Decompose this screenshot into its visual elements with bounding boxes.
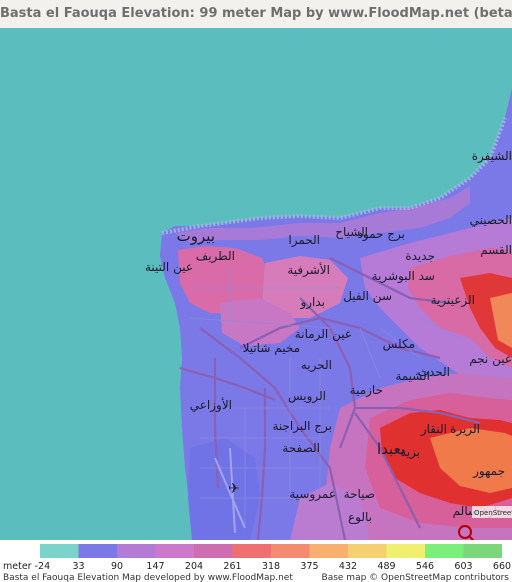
map-label: الرويس [288,389,326,404]
map-label: الحدث [418,365,450,379]
legend-value: 375 [300,561,318,572]
map-label: الحصيني [470,213,512,227]
legend-value: 147 [146,561,164,572]
footer-credit: Basta el Faouqa Elevation Map developed … [3,573,293,582]
legend-value: 660 [493,561,511,572]
map-label: بالوع [348,510,372,525]
map-label: جمهور [472,464,505,479]
legend-value: 318 [262,561,280,572]
legend-value: 603 [454,561,472,572]
legend-swatch [40,544,79,558]
map-label: الشيفرة [472,149,512,164]
legend-swatch [348,544,387,558]
map-label: بيروت [177,227,215,245]
map-label: جديدة [405,249,435,263]
legend-swatch [309,544,348,558]
map-label: الشياح [335,225,368,239]
elevation-map[interactable]: ✈ بيروت الحمرا الطريف عين التينة الأشرفي… [0,28,512,540]
legend-swatch [386,544,425,558]
map-label: حازمية [350,383,383,398]
legend-swatches [40,544,502,558]
airport-icon: ✈ [228,481,240,497]
map-label: مخيم شاتيلا [243,341,300,355]
footer-basemap: Base map © OpenStreetMap contributors [322,573,510,582]
legend-swatch [78,544,117,558]
legend-swatch [117,544,156,558]
map-label: بزية [400,445,420,460]
map-label: سن الفيل [343,289,392,304]
map-title: Basta el Faouqa Elevation: 99 meter Map … [0,6,512,21]
map-label: عين الرمانة [295,327,352,342]
legend-swatch [194,544,233,558]
map-label: الحريه [301,358,332,373]
map-label: الأشرفية [287,262,330,278]
legend-value: 204 [185,561,203,572]
legend-value: 546 [416,561,434,572]
elevation-legend: meter -24 33 90 147 204 261 318 375 432 489 546 60… [0,540,512,582]
map-label: الحمرا [288,233,320,248]
map-label: الزيرة [450,422,480,437]
map-label: القسم [480,243,512,257]
legend-value: 33 [72,561,84,572]
legend-swatch [425,544,464,558]
legend-value: 90 [111,561,123,572]
map-label: عمروسية [289,487,336,502]
map-label: الطريف [196,249,235,264]
map-label: سد البوشرية [372,269,435,284]
svg-text:OpenStreetMap: OpenStreetMap [474,509,512,517]
legend-swatch [463,544,502,558]
map-label: الأوزاعي [190,397,232,413]
map-label: بدارو [299,295,325,310]
legend-swatch [271,544,310,558]
map-label: عين التينة [145,260,193,275]
map-label: النقار [420,422,447,437]
map-label: الزعيترية [431,293,475,308]
legend-swatch [232,544,271,558]
legend-unit-label: meter -24 [3,561,50,572]
legend-value: 489 [377,561,395,572]
legend-value: 432 [339,561,357,572]
legend-swatch [155,544,194,558]
map-label: الصفحة [282,441,320,455]
map-label: عين نجم [469,352,512,367]
map-label: صياحة [344,487,375,501]
map-label: مكلس [383,337,415,352]
map-label: برج البراجنة [272,419,332,434]
legend-value: 261 [223,561,241,572]
osm-watermark: OpenStreetMap [472,506,512,518]
